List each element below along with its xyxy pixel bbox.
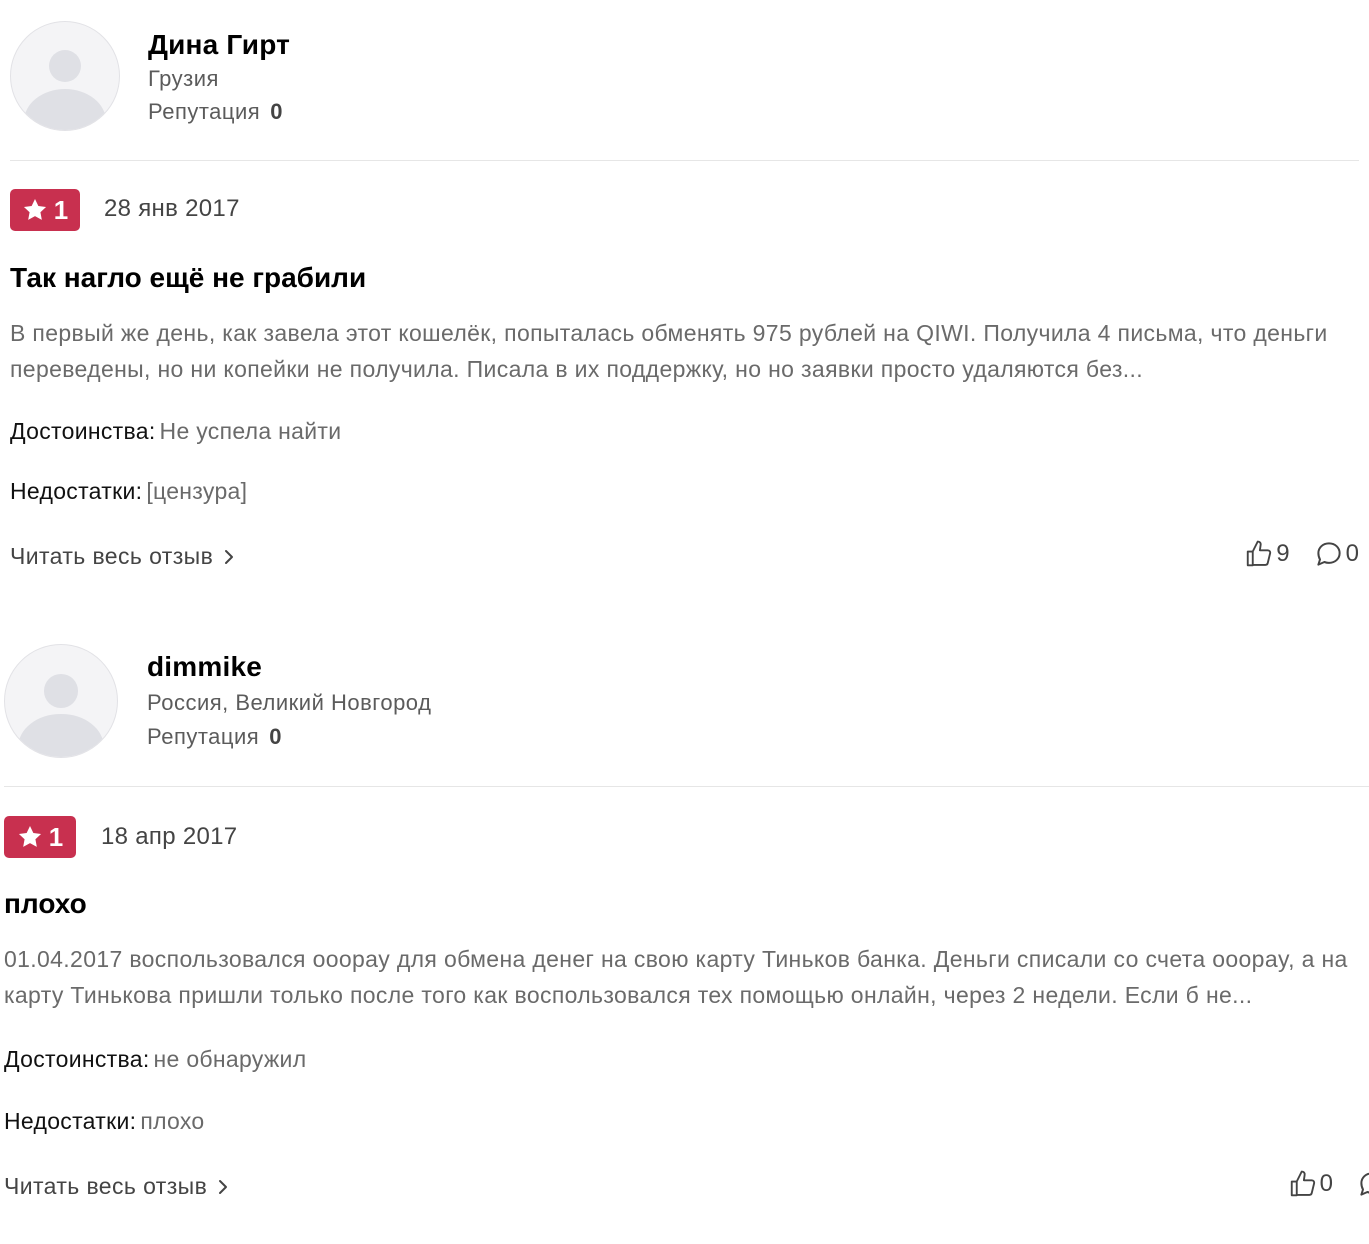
review-meta: 1 18 апр 2017 (4, 787, 1369, 887)
review-body: В первый же день, как завела этот кошелё… (10, 320, 1328, 382)
comments-button[interactable]: 0 (1314, 539, 1359, 569)
review-body: 01.04.2017 воспользовался ooopay для обм… (4, 946, 1348, 1008)
author-name[interactable]: dimmike (147, 650, 431, 684)
cons-label: Недостатки: (4, 1108, 137, 1134)
like-button[interactable]: 0 (1288, 1169, 1333, 1199)
pros-label: Достоинства: (4, 1046, 150, 1072)
author-info: Дина Гирт Грузия Репутация 0 (148, 28, 290, 126)
author-reputation: Репутация 0 (147, 723, 431, 751)
author-reputation: Репутация 0 (148, 98, 290, 126)
cons-label: Недостатки: (10, 478, 143, 504)
review-card: Дина Гирт Грузия Репутация 0 1 28 янв 201… (10, 0, 1359, 577)
review-footer: Читать весь отзыв 0 (4, 1167, 1369, 1207)
rating-value: 1 (53, 194, 69, 225)
review-card: dimmike Россия, Великий Новгород Репутац… (4, 624, 1369, 1207)
review-meta: 1 28 янв 2017 (10, 161, 1359, 261)
user-avatar-icon[interactable] (4, 644, 118, 758)
thumbs-up-icon (1247, 540, 1272, 567)
review-pros: Достоинства: Не успела найти (10, 417, 1359, 445)
comments-button[interactable] (1357, 1169, 1369, 1199)
review-actions: 0 (1288, 1169, 1369, 1199)
review-cons: Недостатки: [цензура] (10, 477, 1359, 505)
pros-value: Не успела найти (159, 418, 342, 444)
read-full-review-link[interactable]: Читать весь отзыв (4, 1173, 229, 1200)
thumbs-up-icon (1290, 1170, 1315, 1197)
reputation-label: Репутация (148, 99, 261, 124)
comment-bubble-icon (1360, 1172, 1369, 1196)
rating-badge: 1 (10, 189, 80, 231)
reputation-value: 0 (269, 724, 282, 749)
review-actions: 9 0 (1244, 539, 1359, 569)
review-author: Дина Гирт Грузия Репутация 0 (10, 0, 1359, 160)
review-footer: Читать весь отзыв 9 0 (10, 537, 1359, 577)
rating-badge: 1 (4, 816, 76, 858)
likes-count: 9 (1276, 540, 1290, 567)
review-date: 18 апр 2017 (101, 823, 238, 850)
review-cons: Недостатки: плохо (4, 1107, 1369, 1135)
review-title[interactable]: плохо (4, 887, 1369, 921)
read-more-label: Читать весь отзыв (10, 543, 214, 569)
chevron-right-icon (219, 1179, 228, 1194)
author-name[interactable]: Дина Гирт (148, 28, 290, 62)
star-icon (23, 198, 46, 220)
comment-bubble-icon (1317, 542, 1341, 566)
reputation-label: Репутация (147, 724, 260, 749)
cons-value: плохо (140, 1108, 205, 1134)
author-location: Грузия (148, 66, 219, 91)
chevron-right-icon (225, 549, 234, 564)
author-info: dimmike Россия, Великий Новгород Репутац… (147, 650, 431, 751)
comments-count: 0 (1345, 540, 1359, 567)
pros-value: не обнаружил (153, 1046, 307, 1072)
read-full-review-link[interactable]: Читать весь отзыв (10, 543, 235, 570)
review-pros: Достоинства: не обнаружил (4, 1045, 1369, 1073)
likes-count: 0 (1319, 1170, 1333, 1197)
read-more-label: Читать весь отзыв (4, 1173, 208, 1199)
review-date: 28 янв 2017 (104, 195, 240, 222)
reputation-value: 0 (270, 99, 283, 124)
author-location: Россия, Великий Новгород (147, 690, 432, 715)
review-title[interactable]: Так нагло ещё не грабили (10, 261, 1359, 295)
rating-value: 1 (48, 821, 64, 852)
pros-label: Достоинства: (10, 418, 156, 444)
star-icon (18, 825, 41, 847)
review-author: dimmike Россия, Великий Новгород Репутац… (4, 624, 1369, 786)
cons-value: [цензура] (146, 478, 248, 504)
like-button[interactable]: 9 (1244, 539, 1290, 569)
user-avatar-icon[interactable] (10, 21, 120, 131)
